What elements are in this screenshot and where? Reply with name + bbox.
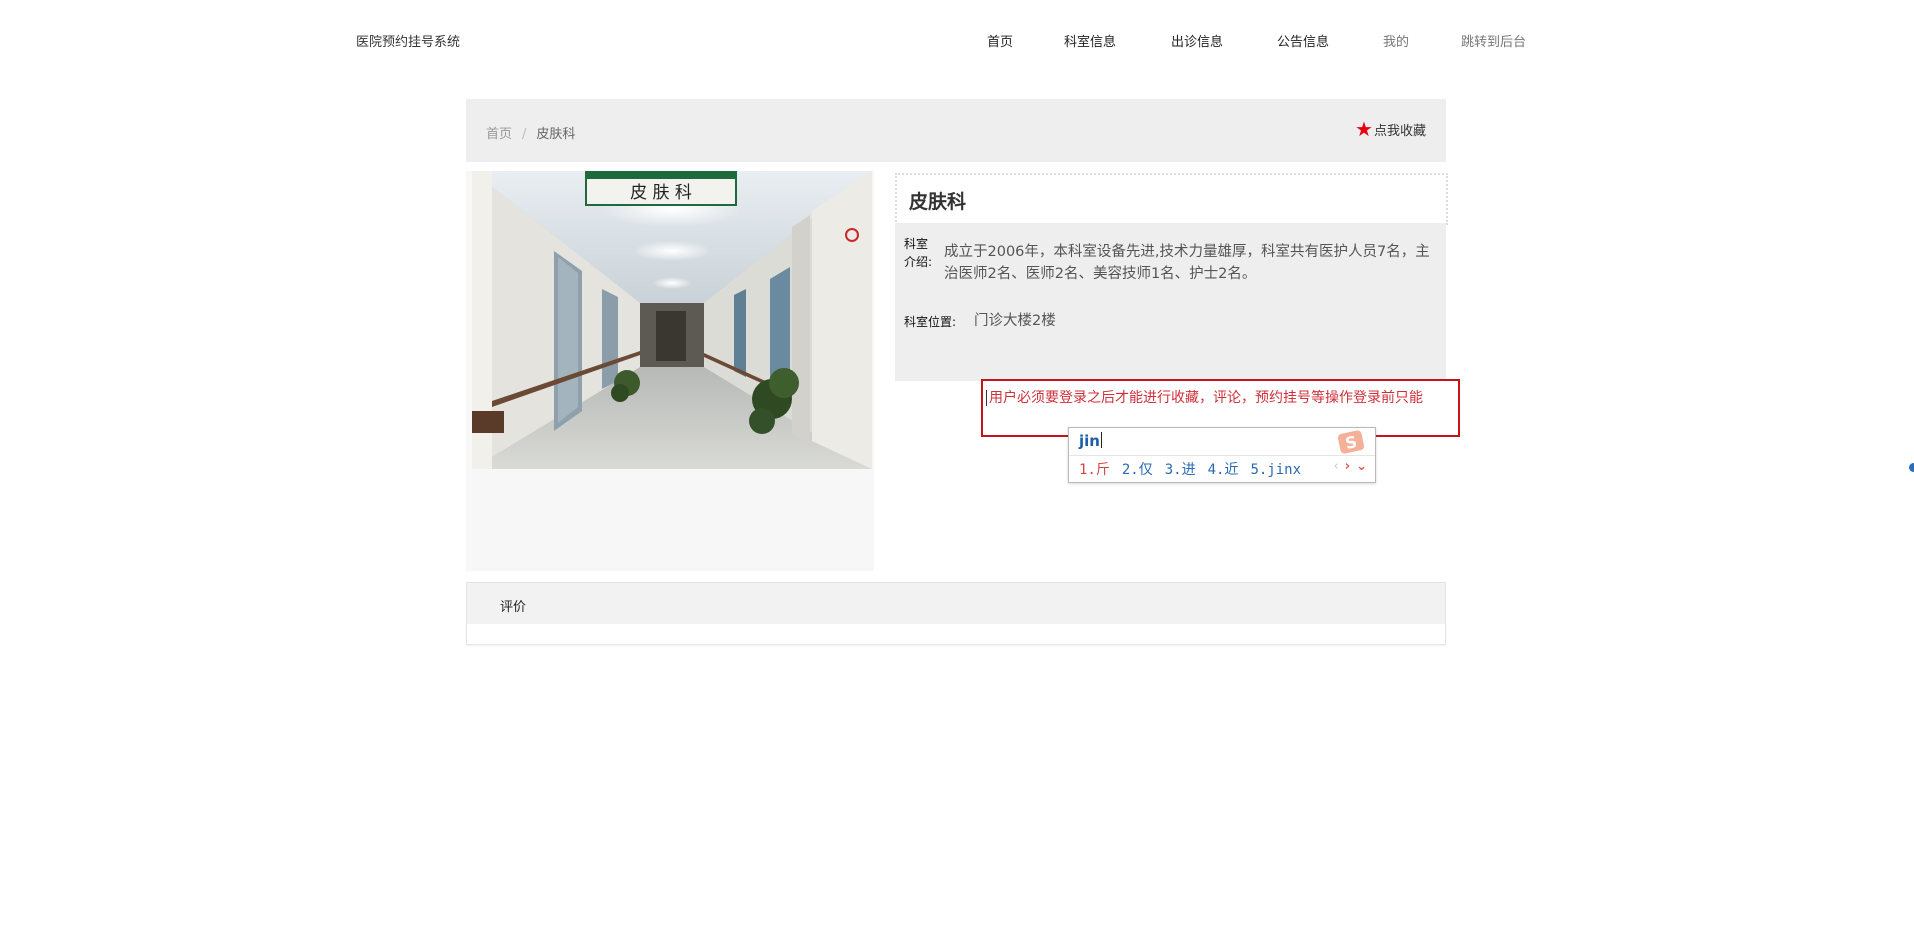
breadcrumb-home[interactable]: 首页 xyxy=(486,127,512,142)
side-widget-handle[interactable] xyxy=(1909,463,1914,472)
login-notice-text: 用户必须要登录之后才能进行收藏，评论，预约挂号等操作登录前只能 xyxy=(989,390,1423,406)
ime-page-controls: ‹ › ⌄ xyxy=(1328,459,1367,474)
ime-divider xyxy=(1069,455,1375,456)
ime-expand-icon[interactable]: ⌄ xyxy=(1356,459,1367,474)
ime-next-page-icon[interactable]: › xyxy=(1345,459,1350,474)
ime-candidate-3[interactable]: 3.进 xyxy=(1165,459,1196,479)
review-header: 评价 xyxy=(466,582,1446,625)
nav-schedule[interactable]: 出诊信息 xyxy=(1171,31,1223,50)
breadcrumb-bar: 首页 / 皮肤科 ★ 点我收藏 xyxy=(466,99,1446,162)
ime-composition[interactable]: jin xyxy=(1079,432,1102,450)
department-name: 皮肤科 xyxy=(909,191,967,213)
review-tab[interactable]: 评价 xyxy=(500,596,526,615)
location-label: 科室位置: xyxy=(904,315,957,329)
nav-home[interactable]: 首页 xyxy=(987,31,1013,50)
nav-departments[interactable]: 科室信息 xyxy=(1064,31,1116,50)
ime-candidate-window: jin S 1.斤 2.仅 3.进 4.近 5.jinx ‹ › ⌄ xyxy=(1068,427,1376,483)
top-nav: 首页 科室信息 出诊信息 公告信息 我的 跳转到后台 xyxy=(0,31,1914,51)
breadcrumb-separator: / xyxy=(522,127,527,142)
department-title-box: 皮肤科 xyxy=(895,173,1448,225)
nav-announcements[interactable]: 公告信息 xyxy=(1277,31,1329,50)
ime-candidates: 1.斤 2.仅 3.进 4.近 5.jinx xyxy=(1079,459,1313,479)
ime-prev-page-icon[interactable]: ‹ xyxy=(1334,459,1339,474)
intro-text: 成立于2006年，本科室设备先进,技术力量雄厚，科室共有医护人员7名，主治医师2… xyxy=(944,244,1430,282)
department-photo-panel: 皮 肤 科 xyxy=(466,171,874,571)
location-text: 门诊大楼2楼 xyxy=(974,313,1056,329)
nav-mine[interactable]: 我的 xyxy=(1383,31,1409,50)
ime-caret xyxy=(1100,432,1102,448)
favorite-label: 点我收藏 xyxy=(1373,123,1426,139)
department-photo: 皮 肤 科 xyxy=(472,171,872,469)
ime-input-text: jin xyxy=(1079,432,1100,450)
favorite-button[interactable]: ★ 点我收藏 xyxy=(1355,119,1426,139)
text-cursor-icon xyxy=(986,390,989,406)
intro-label: 科室介绍: xyxy=(904,237,933,269)
photo-sign-text: 皮 肤 科 xyxy=(630,183,692,203)
breadcrumb: 首页 / 皮肤科 xyxy=(486,123,575,142)
ime-candidate-4[interactable]: 4.近 xyxy=(1208,459,1239,479)
ime-candidate-5[interactable]: 5.jinx xyxy=(1250,462,1301,478)
review-body xyxy=(466,624,1446,645)
breadcrumb-current: 皮肤科 xyxy=(536,127,576,142)
corridor-image: 皮 肤 科 xyxy=(472,171,872,469)
star-icon: ★ xyxy=(1355,117,1373,141)
ime-candidate-1[interactable]: 1.斤 xyxy=(1079,459,1110,479)
ime-candidate-2[interactable]: 2.仅 xyxy=(1122,459,1153,479)
nav-admin[interactable]: 跳转到后台 xyxy=(1461,31,1526,50)
department-info: 科室介绍: 成立于2006年，本科室设备先进,技术力量雄厚，科室共有医护人员7名… xyxy=(895,223,1446,381)
sogou-s-icon: S xyxy=(1337,430,1365,454)
